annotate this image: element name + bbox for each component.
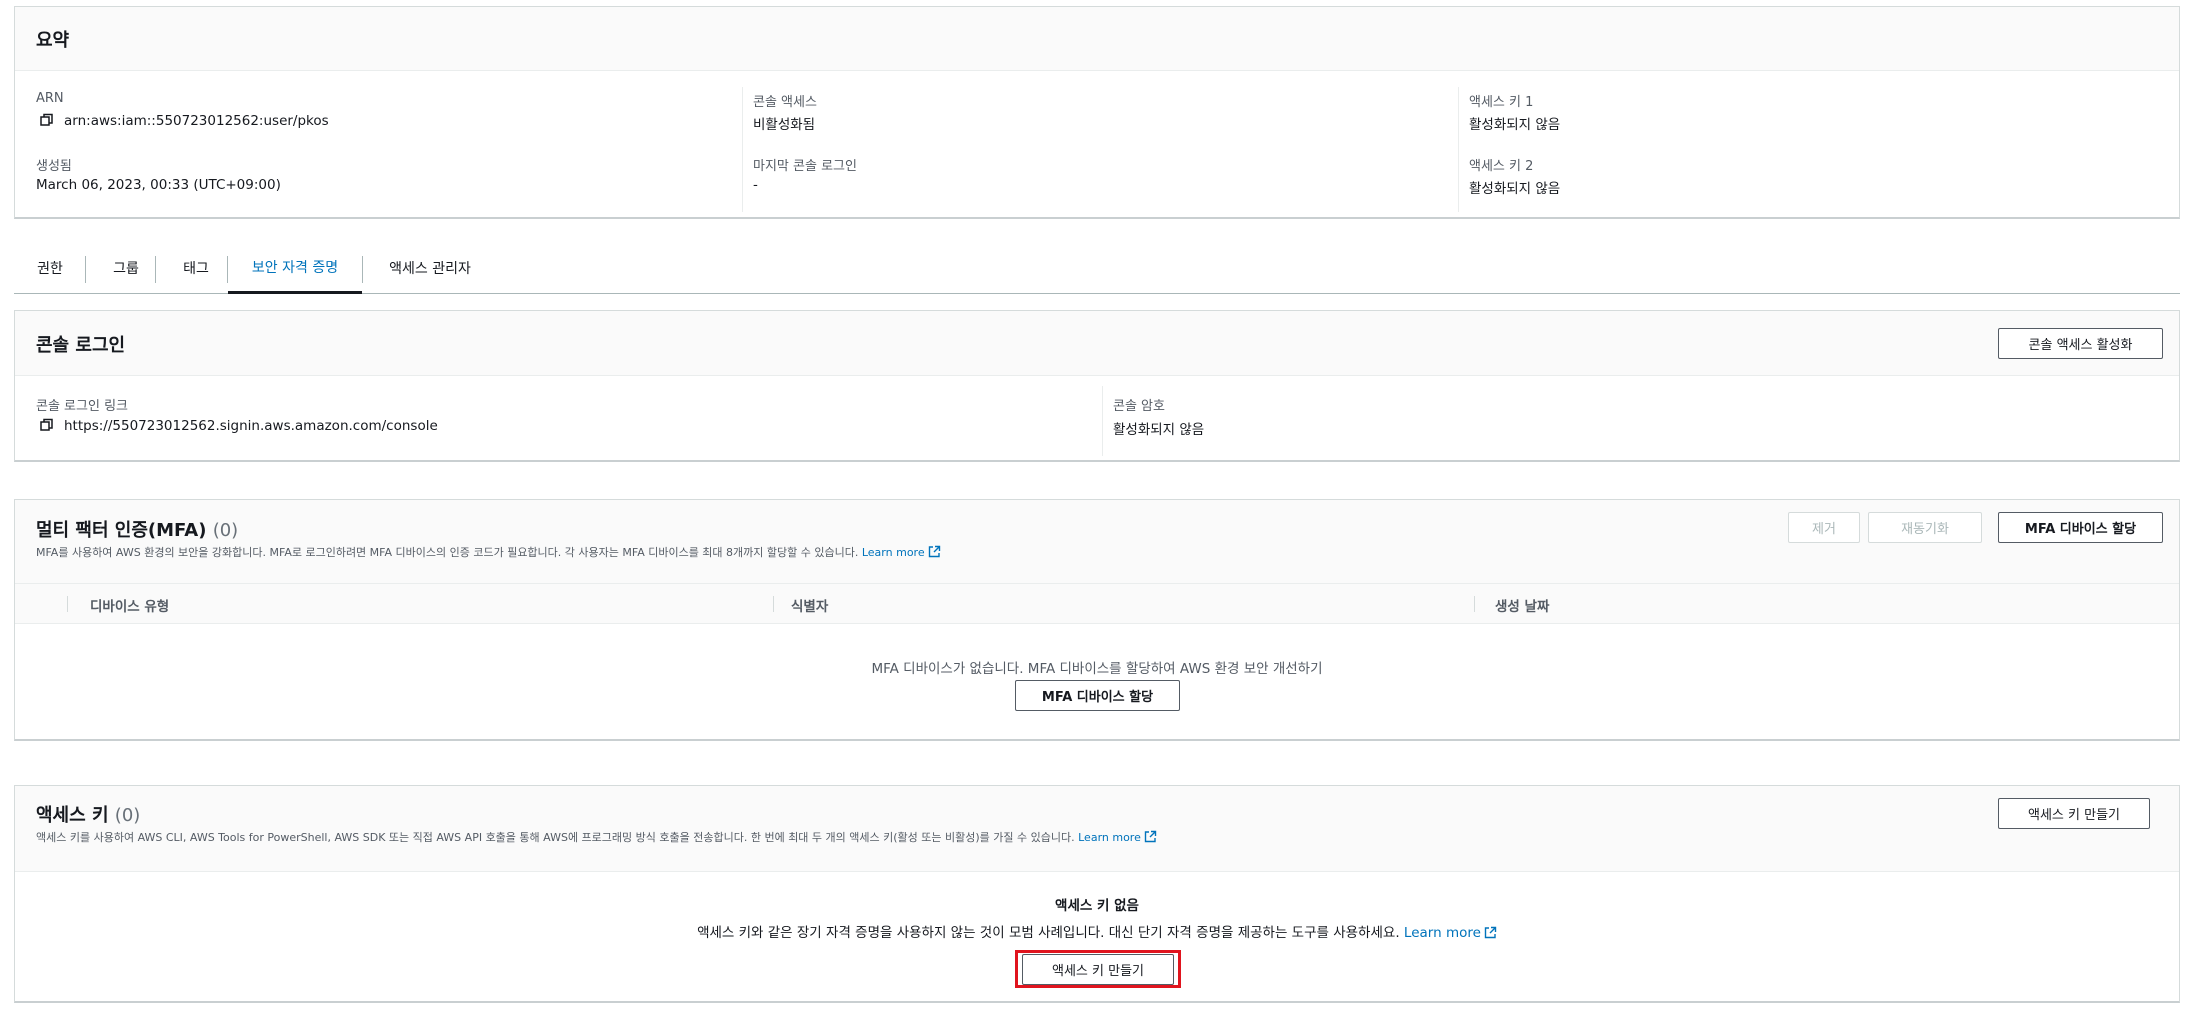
console-login-title: 콘솔 로그인 xyxy=(36,335,126,356)
mfa-learn-more-text: Learn more xyxy=(861,546,925,559)
console-divider xyxy=(1102,386,1103,456)
summary-panel: 요약 ARN arn:aws:iam::550723012562:user/pk… xyxy=(14,6,2180,219)
summary-divider-2 xyxy=(1458,87,1459,212)
access-keys-learn-more-link[interactable]: Learn more xyxy=(1078,830,1157,844)
mfa-count: (0) xyxy=(212,520,239,541)
copy-icon[interactable] xyxy=(40,418,54,432)
column-separator xyxy=(1474,596,1475,612)
mfa-table-header: 디바이스 유형 식별자 생성 날짜 xyxy=(15,584,2179,624)
mfa-title: 멀티 팩터 인증(MFA) (0) xyxy=(36,516,238,542)
access-keys-title-text: 액세스 키 xyxy=(36,805,109,826)
mfa-empty-assign-button[interactable]: MFA 디바이스 할당 xyxy=(1015,680,1180,711)
arn-value: arn:aws:iam::550723012562:user/pkos xyxy=(40,113,329,129)
mfa-empty-text: MFA 디바이스가 없습니다. MFA 디바이스를 할당하여 AWS 환경 보안… xyxy=(871,661,1323,677)
access-keys-empty-learn-more-text: Learn more xyxy=(1403,925,1481,941)
external-link-icon xyxy=(1484,926,1497,939)
key1-label: 액세스 키 1 xyxy=(1469,95,1534,110)
key1-value: 활성화되지 않음 xyxy=(1469,117,1561,133)
access-keys-panel: 액세스 키 (0) 액세스 키를 사용하여 AWS CLI, AWS Tools… xyxy=(14,785,2180,1003)
console-link-value: https://550723012562.signin.aws.amazon.c… xyxy=(40,418,438,434)
mfa-title-text: 멀티 팩터 인증(MFA) xyxy=(36,520,207,541)
column-separator xyxy=(67,596,68,612)
external-link-icon xyxy=(1144,830,1157,843)
console-access-label: 콘솔 액세스 xyxy=(753,95,817,110)
mfa-header: 멀티 팩터 인증(MFA) (0) MFA를 사용하여 AWS 환경의 보안을 … xyxy=(15,500,2179,584)
tab-access-advisor[interactable]: 액세스 관리자 xyxy=(370,243,490,293)
access-keys-learn-more-text: Learn more xyxy=(1078,831,1141,844)
console-password-label: 콘솔 암호 xyxy=(1113,399,1165,414)
tab-separator xyxy=(155,256,156,283)
summary-title: 요약 xyxy=(36,30,70,51)
remove-mfa-button[interactable]: 제거 xyxy=(1788,512,1860,543)
tab-security-credentials[interactable]: 보안 자격 증명 xyxy=(228,243,362,294)
created-value: March 06, 2023, 00:33 (UTC+09:00) xyxy=(36,177,281,193)
summary-divider-1 xyxy=(742,87,743,212)
tab-tags[interactable]: 태그 xyxy=(164,243,228,293)
access-keys-description-text: 액세스 키를 사용하여 AWS CLI, AWS Tools for Power… xyxy=(36,831,1075,844)
arn-label: ARN xyxy=(36,91,64,106)
access-keys-empty-learn-more-link[interactable]: Learn more xyxy=(1404,925,1497,941)
access-keys-header: 액세스 키 (0) 액세스 키를 사용하여 AWS CLI, AWS Tools… xyxy=(15,786,2179,872)
create-access-key-button[interactable]: 액세스 키 만들기 xyxy=(1998,798,2150,829)
key2-value: 활성화되지 않음 xyxy=(1469,181,1561,197)
mfa-description: MFA를 사용하여 AWS 환경의 보안을 강화합니다. MFA로 로그인하려면… xyxy=(36,544,941,560)
resync-mfa-button[interactable]: 재동기화 xyxy=(1868,512,1982,543)
arn-text: arn:aws:iam::550723012562:user/pkos xyxy=(64,113,329,129)
access-keys-empty-text-body: 액세스 키와 같은 장기 자격 증명을 사용하지 않는 것이 모범 사례입니다.… xyxy=(697,925,1400,941)
mfa-description-text: MFA를 사용하여 AWS 환경의 보안을 강화합니다. MFA로 로그인하려면… xyxy=(36,546,859,559)
tab-separator xyxy=(85,256,86,283)
copy-icon[interactable] xyxy=(40,113,54,127)
access-keys-description: 액세스 키를 사용하여 AWS CLI, AWS Tools for Power… xyxy=(36,829,1157,845)
tab-separator xyxy=(362,256,363,283)
access-keys-title: 액세스 키 (0) xyxy=(36,801,140,827)
console-link-text: https://550723012562.signin.aws.amazon.c… xyxy=(64,418,438,434)
mfa-learn-more-link[interactable]: Learn more xyxy=(861,545,941,559)
enable-console-access-button[interactable]: 콘솔 액세스 활성화 xyxy=(1998,328,2163,359)
console-login-panel: 콘솔 로그인 콘솔 액세스 활성화 콘솔 로그인 링크 https://5507… xyxy=(14,310,2180,462)
empty-create-access-key-button[interactable]: 액세스 키 만들기 xyxy=(1022,954,1174,985)
external-link-icon xyxy=(928,545,940,558)
access-keys-empty-text: 액세스 키와 같은 장기 자격 증명을 사용하지 않는 것이 모범 사례입니다.… xyxy=(15,921,2179,941)
access-keys-empty-title: 액세스 키 없음 xyxy=(1055,898,1139,914)
access-keys-count: (0) xyxy=(114,805,141,826)
console-password-value: 활성화되지 않음 xyxy=(1113,422,1205,438)
column-separator xyxy=(773,596,774,612)
console-link-label: 콘솔 로그인 링크 xyxy=(36,399,128,414)
key2-label: 액세스 키 2 xyxy=(1469,159,1534,174)
column-device-type[interactable]: 디바이스 유형 xyxy=(90,595,169,615)
summary-header: 요약 xyxy=(15,7,2179,71)
mfa-panel: 멀티 팩터 인증(MFA) (0) MFA를 사용하여 AWS 환경의 보안을 … xyxy=(14,499,2180,741)
column-identifier[interactable]: 식별자 xyxy=(791,595,828,615)
assign-mfa-button[interactable]: MFA 디바이스 할당 xyxy=(1998,512,2163,543)
last-login-value: - xyxy=(753,177,758,193)
last-login-label: 마지막 콘솔 로그인 xyxy=(753,159,857,174)
tab-groups[interactable]: 그룹 xyxy=(92,243,160,293)
console-access-value: 비활성화됨 xyxy=(753,117,816,133)
tab-permissions[interactable]: 권한 xyxy=(24,243,76,293)
column-created-date[interactable]: 생성 날짜 xyxy=(1495,595,1549,615)
console-login-header: 콘솔 로그인 콘솔 액세스 활성화 xyxy=(15,311,2179,376)
tab-bar: 권한 그룹 태그 보안 자격 증명 액세스 관리자 xyxy=(14,243,2180,294)
created-label: 생성됨 xyxy=(36,159,72,174)
